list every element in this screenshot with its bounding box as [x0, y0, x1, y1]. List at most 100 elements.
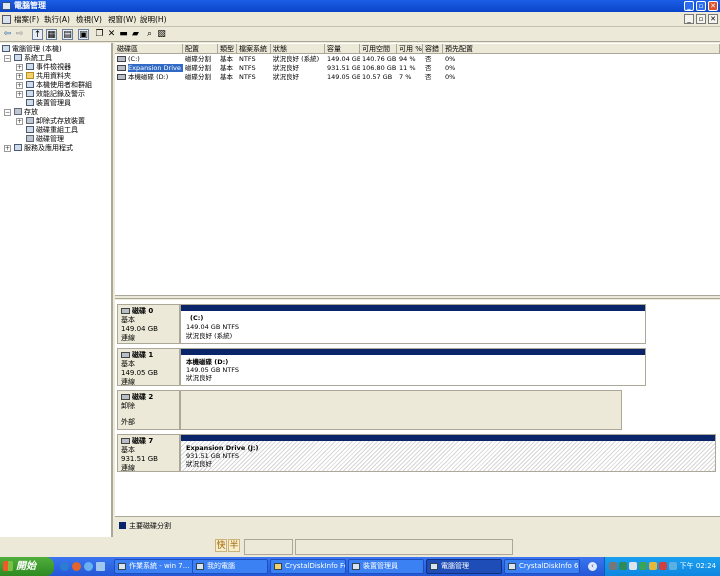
disk-label-1[interactable]: 磁碟 1 基本 149.05 GB 連線	[117, 348, 180, 386]
tree-item-disk-management[interactable]: 磁碟管理	[26, 135, 64, 144]
ime-mode-indicator[interactable]: 快	[215, 539, 227, 552]
search-icon[interactable]: ⌕	[144, 29, 155, 40]
fault-tolerance-cell: 否	[425, 55, 432, 63]
capacity-cell: 931.51 GB	[327, 64, 360, 72]
close-button[interactable]: ✕	[708, 1, 718, 11]
firefox-icon[interactable]	[72, 562, 81, 571]
document-icon[interactable]	[2, 15, 11, 24]
column-header-overhead[interactable]: 預先配置	[443, 44, 720, 54]
child-restore-button[interactable]: ▫	[696, 14, 706, 24]
open-folder-icon[interactable]: ▰	[130, 29, 141, 40]
collapse-icon[interactable]: −	[4, 55, 11, 62]
column-header-volume[interactable]: 磁碟區	[115, 44, 183, 54]
menu-action[interactable]: 執行(A)	[44, 15, 70, 25]
disk-label-0[interactable]: 磁碟 0 基本 149.04 GB 連線	[117, 304, 180, 344]
column-header-free-percent[interactable]: 可用 %	[397, 44, 423, 54]
toolbar: ⇦ ⇨ ↑ ▦ ▤ ▣ ❐ ✕ ▬ ▰ ⌕ ▧	[0, 28, 720, 42]
no-media-area[interactable]	[180, 390, 622, 430]
show-tree-icon[interactable]: ▦	[46, 29, 57, 40]
partition-j[interactable]: Expansion Drive (J:) 931.51 GB NTFS 狀況良好	[180, 434, 716, 472]
media-icon[interactable]	[84, 562, 93, 571]
menu-window[interactable]: 視窗(W)	[108, 15, 136, 25]
tree-item-shared-folders[interactable]: 共用資料夾	[26, 72, 71, 81]
disk-label-7[interactable]: 磁碟 7 基本 931.51 GB 連線	[117, 434, 180, 472]
column-header-filesystem[interactable]: 檔案系統	[237, 44, 271, 54]
column-header-fault-tolerance[interactable]: 容錯	[423, 44, 443, 54]
collapse-icon[interactable]: −	[4, 109, 11, 116]
show-desktop-icon[interactable]	[96, 562, 105, 571]
tree-item-root[interactable]: 電腦管理 (本機)	[2, 45, 62, 54]
removable-storage-icon	[26, 117, 34, 124]
pane-splitter[interactable]	[115, 296, 720, 299]
security-icon[interactable]	[639, 562, 647, 570]
partition-d[interactable]: 本機磁碟 (D:) 149.05 GB NTFS 狀況良好	[180, 348, 646, 386]
taskbar-item-computer-management[interactable]: 電腦管理	[426, 559, 502, 574]
free-space-cell: 140.76 GB	[362, 55, 397, 63]
tree-item-device-manager[interactable]: 裝置管理員	[26, 99, 71, 108]
child-close-button[interactable]: ✕	[708, 14, 718, 24]
expand-icon[interactable]: +	[4, 145, 11, 152]
volume-list: 磁碟區 配置 類型 檔案系統 狀態 容量 可用空間 可用 % 容錯 預先配置 (…	[115, 43, 720, 296]
clock[interactable]: 下午 02:24	[680, 557, 716, 576]
child-minimize-button[interactable]: _	[684, 14, 694, 24]
disk-icon[interactable]: ▬	[118, 29, 129, 40]
refresh-icon[interactable]: ▣	[78, 29, 89, 40]
tree-item-removable[interactable]: 卸除式存放裝置	[26, 117, 85, 126]
minimize-button[interactable]: _	[684, 1, 694, 11]
expand-icon[interactable]: +	[16, 73, 23, 80]
expand-icon[interactable]: +	[16, 118, 23, 125]
forward-arrow-icon[interactable]: ⇨	[14, 29, 25, 40]
start-button[interactable]: 開始	[0, 557, 54, 576]
status-cell: 狀況良好	[273, 73, 299, 81]
ie-icon[interactable]	[60, 562, 69, 571]
disk-label-2[interactable]: 磁碟 2 卸除 外部	[117, 390, 180, 430]
tree-item-local-users[interactable]: 本機使用者和群組	[26, 81, 92, 90]
help-document-icon[interactable]: ❐	[94, 29, 105, 40]
tree-item-system-tools[interactable]: 系統工具	[14, 54, 52, 63]
expand-icon[interactable]: +	[16, 82, 23, 89]
partition-c[interactable]: (C:) 149.04 GB NTFS 狀況良好 (系統)	[180, 304, 646, 344]
tree-item-perf-logs[interactable]: 效能記錄及警示	[26, 90, 85, 99]
ime-width-indicator[interactable]: 半	[228, 539, 240, 552]
expand-icon[interactable]: +	[16, 91, 23, 98]
status-pane	[244, 539, 293, 555]
tree-item-defrag[interactable]: 磁碟重組工具	[26, 126, 78, 135]
disk-icon	[121, 438, 130, 444]
taskbar-item-my-computer[interactable]: 我的電腦	[192, 559, 268, 574]
expand-icon[interactable]: +	[16, 64, 23, 71]
volume-cell: 本機磁碟 (D:)	[115, 73, 183, 82]
taskbar-item-os[interactable]: 作業系統 - win 7...	[114, 559, 196, 574]
menu-file[interactable]: 檔案(F)	[14, 15, 39, 25]
antivirus-icon[interactable]	[659, 562, 667, 570]
tree-item-services[interactable]: 服務及應用程式	[14, 144, 73, 153]
column-header-capacity[interactable]: 容量	[325, 44, 360, 54]
menu-view[interactable]: 檢視(V)	[76, 15, 102, 25]
maximize-button[interactable]: ▫	[696, 1, 706, 11]
menu-help[interactable]: 說明(H)	[140, 15, 167, 25]
tree-item-storage[interactable]: 存放	[14, 108, 38, 117]
properties-icon[interactable]: ▤	[62, 29, 73, 40]
taskbar-item-crystaldiskinfo[interactable]: CrystalDiskInfo 6....	[504, 559, 580, 574]
volume-icon[interactable]	[629, 562, 637, 570]
status-pane	[295, 539, 513, 555]
printer-icon[interactable]	[609, 562, 617, 570]
column-header-type[interactable]: 類型	[218, 44, 237, 54]
view-icon[interactable]: ▧	[156, 29, 167, 40]
drive-icon	[117, 56, 126, 62]
tree-item-event-viewer[interactable]: 事件檢視器	[26, 63, 71, 72]
delete-icon[interactable]: ✕	[106, 29, 117, 40]
taskbar-item-crystaldiskinfo-folder[interactable]: CrystalDiskInfo Fo...	[270, 559, 346, 574]
folder-icon	[26, 72, 34, 79]
tray-app-icon[interactable]	[669, 562, 677, 570]
up-folder-icon[interactable]: ↑	[32, 29, 43, 40]
title-bar[interactable]: 電腦管理 _ ▫ ✕	[0, 0, 720, 12]
update-icon[interactable]	[649, 562, 657, 570]
column-header-free-space[interactable]: 可用空間	[360, 44, 397, 54]
column-header-status[interactable]: 狀態	[271, 44, 325, 54]
taskbar-item-device-manager[interactable]: 裝置管理員	[348, 559, 424, 574]
back-arrow-icon[interactable]: ⇦	[2, 29, 13, 40]
fault-tolerance-cell: 否	[425, 64, 432, 72]
chevron-left-icon[interactable]: ‹	[588, 562, 597, 571]
network-icon[interactable]	[619, 562, 627, 570]
column-header-layout[interactable]: 配置	[183, 44, 218, 54]
